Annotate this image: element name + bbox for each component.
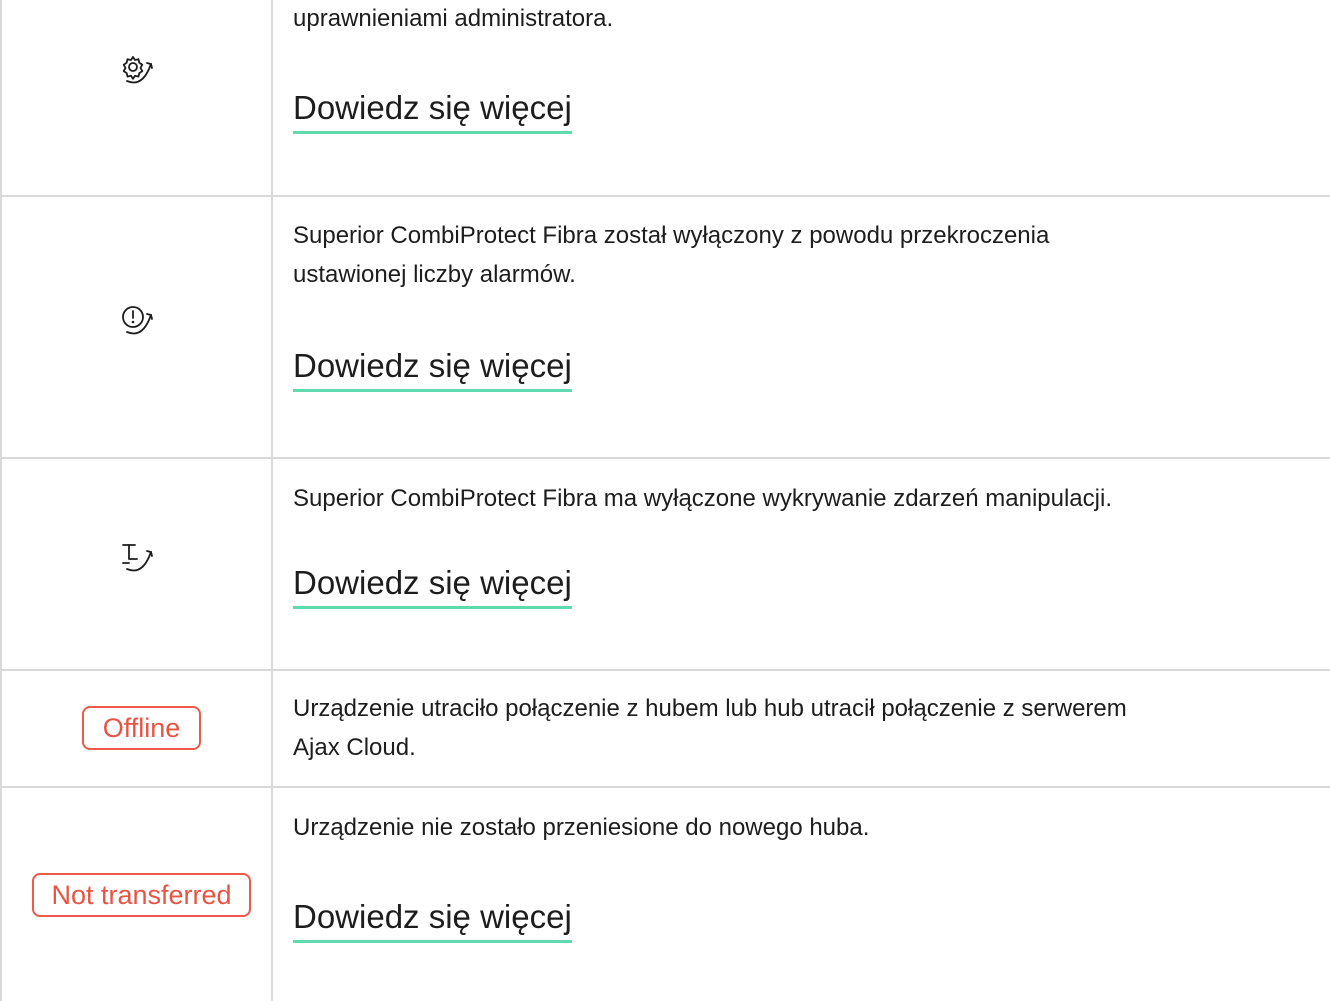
- icon-cell: [0, 197, 273, 457]
- tamper-arrow-icon: [119, 541, 163, 575]
- offline-badge: Offline: [82, 706, 201, 750]
- not-transferred-badge: Not transferred: [32, 873, 251, 917]
- gear-arrow-icon: [119, 53, 163, 87]
- icon-cell: [0, 459, 273, 669]
- description-cell: Superior CombiProtect Fibra został wyłąc…: [293, 197, 1330, 457]
- learn-more-link[interactable]: Dowiedz się więcej: [293, 897, 572, 943]
- row-description: Urządzenie nie zostało przeniesione do n…: [293, 814, 870, 841]
- row-description: Superior CombiProtect Fibra został wyłąc…: [293, 222, 1050, 249]
- table-row: Superior CombiProtect Fibra ma wyłączone…: [0, 459, 1330, 671]
- learn-more-link[interactable]: Dowiedz się więcej: [293, 88, 572, 134]
- learn-more-link[interactable]: Dowiedz się więcej: [293, 346, 572, 392]
- row-description: Superior CombiProtect Fibra ma wyłączone…: [293, 485, 1112, 512]
- row-description: ustawionej liczby alarmów.: [293, 261, 576, 288]
- learn-more-link[interactable]: Dowiedz się więcej: [293, 563, 572, 609]
- table-row: Offline Urządzenie utraciło połączenie z…: [0, 671, 1330, 788]
- table-row: Not transferred Urządzenie nie zostało p…: [0, 788, 1330, 1001]
- row-description: uprawnieniami administratora.: [293, 5, 614, 32]
- description-cell: Urządzenie utraciło połączenie z hubem l…: [293, 671, 1330, 786]
- description-cell: Urządzenie nie zostało przeniesione do n…: [293, 788, 1330, 1001]
- row-description: Ajax Cloud.: [293, 734, 416, 761]
- table-row: Superior CombiProtect Fibra został wyłąc…: [0, 197, 1330, 459]
- badge-cell: Offline: [0, 671, 273, 786]
- badge-cell: Not transferred: [0, 788, 273, 1001]
- description-cell: uprawnieniami administratora. Dowiedz si…: [293, 0, 1330, 195]
- alert-arrow-icon: [119, 304, 163, 338]
- icon-cell: [0, 0, 273, 195]
- description-cell: Superior CombiProtect Fibra ma wyłączone…: [293, 459, 1330, 669]
- table-row: uprawnieniami administratora. Dowiedz si…: [0, 0, 1330, 197]
- row-description: Urządzenie utraciło połączenie z hubem l…: [293, 695, 1127, 722]
- status-table: uprawnieniami administratora. Dowiedz si…: [0, 0, 1330, 1001]
